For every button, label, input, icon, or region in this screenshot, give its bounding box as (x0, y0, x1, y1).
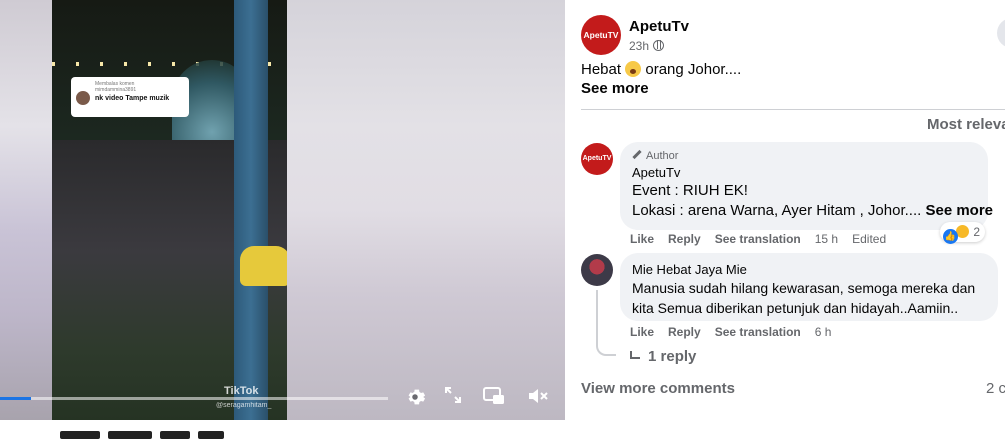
reaction-count: 2 (973, 225, 981, 239)
comment-author-name[interactable]: ApetuTv (632, 165, 976, 181)
video-caption-strip (0, 420, 565, 439)
comment-line: Event : RIUH EK! (632, 182, 748, 199)
edited-label: Edited (852, 232, 887, 246)
comment-sort-dropdown[interactable]: Most releva (927, 116, 1005, 133)
caption-text-end: orang Johor.... (645, 61, 742, 78)
reaction-summary[interactable]: 👍 2 (940, 222, 986, 244)
reply-button[interactable]: Reply (668, 232, 701, 246)
muted-speaker-icon[interactable] (526, 386, 550, 410)
post-time[interactable]: 23h (629, 39, 649, 53)
comment-bubble: Author ApetuTv Event : RIUH EK! Lokasi :… (620, 142, 993, 230)
like-button[interactable]: Like (630, 325, 654, 339)
comment-avatar[interactable]: ApetuTV (581, 143, 613, 175)
tiktok-username-watermark: @seragamhitam_ (216, 402, 272, 409)
like-button[interactable]: Like (630, 232, 654, 246)
post-caption: Hebat orang Johor.... (581, 61, 741, 78)
video-progress-fill (0, 397, 32, 400)
reply-count-label: 1 reply (648, 348, 697, 365)
comment-see-more-link[interactable]: See more (925, 202, 993, 219)
divider (581, 109, 1005, 110)
video-progress-bar[interactable] (0, 397, 388, 400)
comment-actions: Like Reply See translation 6 h (630, 325, 845, 339)
video-frame[interactable]: Membalas komen mimdammina3891 nk video T… (52, 0, 287, 420)
more-options-button[interactable] (997, 18, 1005, 48)
avatar-logo-text: ApetuTV (582, 155, 612, 162)
author-badge-label: Author (646, 150, 679, 162)
clipped-text-fragment (60, 431, 100, 439)
overlay-avatar (76, 91, 90, 105)
yellow-hat (240, 246, 287, 286)
author-badge: Author (632, 149, 976, 163)
page-avatar[interactable]: ApetuTV (581, 15, 621, 55)
clipped-text-fragment (198, 431, 224, 439)
comment-line: Lokasi : arena Warna, Ayer Hitam , Johor… (632, 201, 993, 221)
comment-avatar[interactable] (581, 254, 613, 286)
comment-bubble: Mie Hebat Jaya Mie Manusia sudah hilang … (620, 253, 998, 321)
comment-actions: Like Reply See translation 15 h Edited (630, 232, 900, 246)
see-translation-button[interactable]: See translation (715, 232, 801, 246)
post-author-name[interactable]: ApetuTv (629, 18, 689, 35)
comment-author-name[interactable]: Mie Hebat Jaya Mie (632, 262, 986, 278)
comment-line: kita Semua diberikan petunjuk dan hidaya… (632, 300, 959, 316)
media-viewer[interactable]: Membalas komen mimdammina3891 nk video T… (0, 0, 565, 420)
comment-line: Manusia sudah hilang kewarasan, semoga m… (632, 280, 976, 296)
shocked-face-emoji-icon (625, 61, 642, 77)
comment-count: 2 c (986, 380, 1005, 397)
comment-line-text: Lokasi : arena Warna, Ayer Hitam , Johor… (632, 202, 922, 219)
post-meta: 23h (629, 39, 665, 53)
tiktok-reply-overlay: Membalas komen mimdammina3891 nk video T… (71, 77, 189, 117)
tiktok-watermark: TikTok (224, 385, 259, 397)
reply-arrow-icon (630, 351, 640, 359)
blurred-background-left (0, 0, 52, 420)
blurred-background-right (287, 0, 565, 420)
clipped-text-fragment (108, 431, 152, 439)
pencil-icon (632, 149, 642, 160)
post-panel: ApetuTV ApetuTv 23h Hebat orang Johor...… (565, 0, 1005, 437)
view-more-comments-link[interactable]: View more comments (581, 380, 735, 397)
comment-time[interactable]: 15 h (815, 232, 838, 246)
reply-button[interactable]: Reply (668, 325, 701, 339)
like-reaction-icon: 👍 (943, 229, 958, 244)
expand-icon[interactable] (441, 386, 465, 410)
globe-icon (653, 40, 665, 51)
see-translation-button[interactable]: See translation (715, 325, 801, 339)
overlay-comment-text: nk video Tampe muzik (95, 95, 170, 102)
caption-text-start: Hebat (581, 61, 622, 78)
blue-pole (234, 0, 268, 420)
reply-thread-line (596, 290, 616, 356)
picture-in-picture-icon[interactable] (482, 386, 506, 410)
see-more-link[interactable]: See more (581, 80, 649, 97)
clipped-text-fragment (160, 431, 190, 439)
gear-icon[interactable] (403, 386, 427, 410)
avatar-logo-text: ApetuTV (583, 30, 619, 40)
view-replies-link[interactable]: 1 reply (630, 348, 696, 365)
comment-time[interactable]: 6 h (815, 325, 832, 339)
